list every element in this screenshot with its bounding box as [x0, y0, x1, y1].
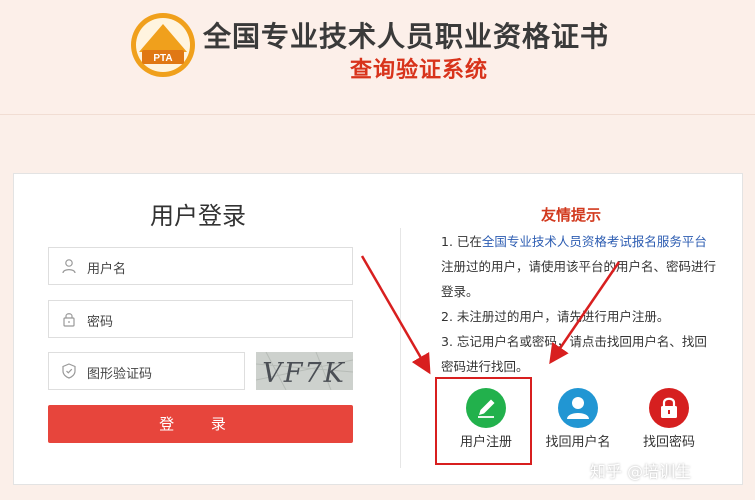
user-avatar-icon — [558, 388, 598, 428]
tip-line-6: 密码进行找回。 — [441, 359, 529, 374]
header: PTA 全国专业技术人员职业资格证书 查询验证系统 — [0, 0, 755, 115]
register-highlight-box — [435, 377, 532, 465]
login-button[interactable]: 登 录 — [48, 405, 353, 443]
captcha-label: 图形验证码 — [87, 367, 153, 382]
username-field[interactable]: 用户名 — [48, 247, 353, 285]
captcha-text: VF7K — [262, 358, 346, 389]
find-username-action[interactable]: 找回用户名 — [538, 388, 618, 450]
tip-line-4: 2. 未注册过的用户，请先进行用户注册。 — [441, 309, 670, 324]
tips-title: 友情提示 — [541, 206, 602, 224]
lock-icon — [63, 313, 75, 327]
find-password-label: 找回密码 — [642, 435, 695, 450]
tip-line-2: 注册过的用户，请使用该平台的用户名、密码进行 — [441, 259, 717, 274]
pta-logo: PTA — [131, 13, 195, 77]
page-subtitle: 查询验证系统 — [350, 58, 489, 83]
tip-line-1-prefix: 1. 已在 — [441, 234, 482, 249]
tip-line-3: 登录。 — [441, 284, 479, 299]
find-password-action[interactable]: 找回密码 — [629, 388, 709, 450]
username-label: 用户名 — [87, 262, 127, 277]
user-icon — [62, 259, 76, 274]
find-username-label: 找回用户名 — [545, 435, 611, 450]
watermark: 知乎 @培训生 — [590, 462, 692, 481]
captcha-image[interactable]: VF7K — [256, 352, 353, 390]
logo-text: PTA — [153, 53, 172, 64]
divider — [400, 228, 401, 468]
platform-link[interactable]: 全国专业技术人员资格考试报名服务平台 — [482, 234, 707, 249]
padlock-icon — [649, 388, 689, 428]
shield-icon — [62, 363, 76, 379]
tip-line-5: 3. 忘记用户名或密码，请点击找回用户名、找回 — [441, 334, 707, 349]
tip-line-1: 1. 已在全国专业技术人员资格考试报名服务平台 — [441, 234, 707, 250]
password-label: 密码 — [87, 315, 114, 330]
page-title: 全国专业技术人员职业资格证书 — [203, 20, 610, 53]
login-title: 用户登录 — [150, 202, 246, 230]
password-field[interactable]: 密码 — [48, 300, 353, 338]
captcha-field[interactable]: 图形验证码 — [48, 352, 245, 390]
